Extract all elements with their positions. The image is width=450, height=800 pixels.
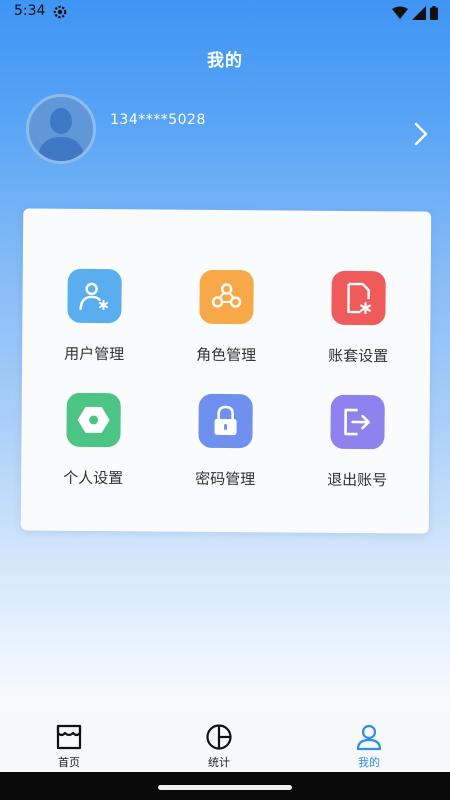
menu-item-personal-settings[interactable]: 个人设置	[25, 392, 162, 513]
wifi-icon	[392, 5, 408, 24]
header-bar: 我的	[0, 32, 450, 84]
profile-row[interactable]: 134****5028	[26, 92, 436, 172]
user-phone: 134****5028	[110, 112, 206, 128]
default-avatar-icon	[37, 108, 85, 161]
tab-label: 首页	[58, 756, 80, 769]
status-bar: 5:34	[0, 0, 450, 26]
bottom-tab-bar: 首页 统计 我的	[0, 716, 450, 772]
chevron-right-icon[interactable]	[414, 122, 428, 150]
user-manage-icon	[67, 268, 122, 324]
menu-card: 用户管理 角色管理 账套设置 个人设置 密码管理 退出账号	[20, 208, 432, 534]
tab-mine[interactable]: 我的	[324, 720, 414, 772]
menu-label: 退出账号	[327, 470, 388, 490]
menu-label: 角色管理	[196, 345, 257, 365]
menu-label: 个人设置	[63, 468, 124, 488]
tab-label: 我的	[358, 756, 380, 769]
settings-gear-icon	[52, 4, 68, 24]
menu-item-logout[interactable]: 退出账号	[289, 394, 426, 516]
logout-icon	[330, 394, 385, 450]
battery-icon	[430, 5, 438, 24]
menu-label: 用户管理	[64, 344, 125, 364]
page-title: 我的	[207, 50, 243, 71]
password-lock-icon	[198, 393, 253, 449]
avatar[interactable]	[26, 94, 96, 164]
person-icon	[356, 724, 382, 751]
menu-item-user-manage[interactable]: 用户管理	[26, 268, 163, 389]
menu-label: 密码管理	[195, 469, 256, 489]
role-manage-icon	[199, 269, 254, 325]
personal-settings-icon	[66, 392, 121, 448]
signal-icon	[412, 5, 426, 24]
tab-home[interactable]: 首页	[24, 720, 114, 772]
home-indicator[interactable]	[158, 785, 292, 790]
status-time: 5:34	[14, 3, 46, 19]
account-set-icon	[331, 270, 386, 326]
tab-statistics[interactable]: 统计	[174, 720, 264, 772]
menu-item-account-set[interactable]: 账套设置	[290, 270, 427, 392]
pie-chart-icon	[206, 724, 232, 750]
menu-item-password-manage[interactable]: 密码管理	[157, 393, 294, 514]
menu-label: 账套设置	[328, 346, 389, 366]
tab-label: 统计	[208, 756, 230, 769]
shop-icon	[56, 724, 82, 750]
menu-item-role-manage[interactable]: 角色管理	[158, 269, 295, 390]
